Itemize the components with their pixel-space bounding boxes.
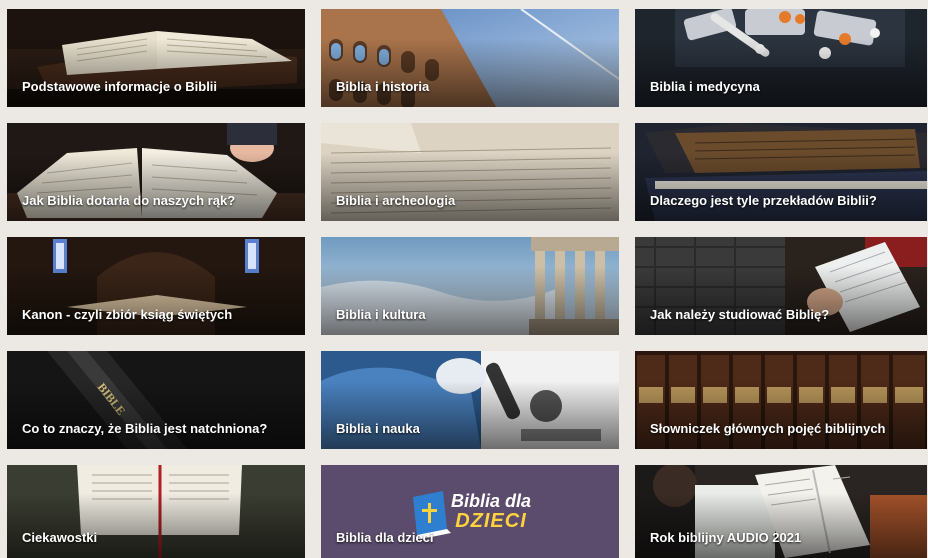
tile-label: Jak Biblia dotarła do naszych rąk? [22, 193, 236, 208]
tile-natchniona[interactable]: BIBLE Co to znaczy, że Biblia jest natch… [7, 351, 305, 449]
tile-label: Biblia i medycyna [650, 79, 760, 94]
tile-slowniczek[interactable]: Słowniczek głównych pojęć biblijnych [635, 351, 927, 449]
tile-biblia-i-archeologia[interactable]: Biblia i archeologia [321, 123, 619, 221]
tile-label: Biblia i kultura [336, 307, 426, 322]
tile-biblia-i-kultura[interactable]: Biblia i kultura [321, 237, 619, 335]
tile-biblia-i-nauka[interactable]: Biblia i nauka [321, 351, 619, 449]
tile-ciekawostki[interactable]: Ciekawostki [7, 465, 305, 558]
tile-jak-biblia-dotarla[interactable]: Jak Biblia dotarła do naszych rąk? [7, 123, 305, 221]
tile-dlaczego-tyle-przekladow[interactable]: Dlaczego jest tyle przekładów Biblii? [635, 123, 927, 221]
tile-label: Co to znaczy, że Biblia jest natchniona? [22, 421, 268, 436]
tile-rok-biblijny-audio[interactable]: Rok biblijny AUDIO 2021 [635, 465, 927, 558]
tile-biblia-dla-dzieci[interactable]: Biblia dla DZIECI Biblia dla dzieci [321, 465, 619, 558]
tile-biblia-i-medycyna[interactable]: Biblia i medycyna [635, 9, 927, 107]
tile-label: Kanon - czyli zbiór ksiąg świętych [22, 307, 233, 322]
tile-label: Biblia i archeologia [336, 193, 456, 208]
tile-label: Ciekawostki [22, 530, 98, 545]
kids-logo-line2: DZIECI [455, 510, 527, 532]
tile-jak-studiowac[interactable]: Jak należy studiować Biblię? [635, 237, 927, 335]
tile-label: Biblia i nauka [336, 421, 420, 436]
kids-logo-line1: Biblia dla [451, 491, 532, 511]
kids-bible-logo-text: Biblia dla DZIECI [451, 491, 531, 531]
tile-label: Biblia dla dzieci [336, 530, 434, 545]
tile-label: Słowniczek głównych pojęć biblijnych [650, 421, 886, 436]
tile-label: Dlaczego jest tyle przekładów Biblii? [650, 193, 877, 208]
tile-label: Rok biblijny AUDIO 2021 [650, 530, 802, 545]
tile-label: Podstawowe informacje o Biblii [22, 79, 218, 94]
tile-kanon[interactable]: Kanon - czyli zbiór ksiąg świętych [7, 237, 305, 335]
tile-label: Jak należy studiować Biblię? [650, 307, 830, 322]
topic-grid: Podstawowe informacje o Biblii Biblia i … [7, 9, 927, 558]
tile-biblia-i-historia[interactable]: Biblia i historia [321, 9, 619, 107]
tile-label: Biblia i historia [336, 79, 430, 94]
tile-podstawowe-informacje[interactable]: Podstawowe informacje o Biblii [7, 9, 305, 107]
